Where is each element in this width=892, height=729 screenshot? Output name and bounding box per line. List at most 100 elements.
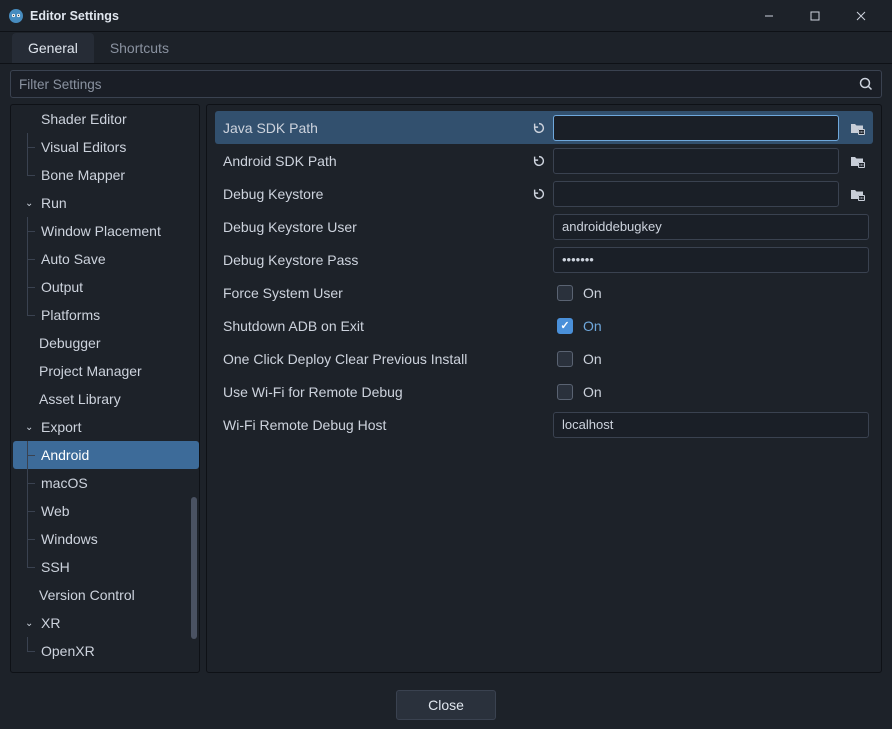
titlebar: Editor Settings bbox=[0, 0, 892, 32]
tree-item-label: Bone Mapper bbox=[41, 167, 125, 183]
checkbox-label: On bbox=[583, 318, 602, 334]
setting-control bbox=[553, 148, 869, 174]
setting-control bbox=[553, 115, 869, 141]
tab-general[interactable]: General bbox=[12, 33, 94, 63]
tree-item-label: Shader Editor bbox=[41, 111, 127, 127]
setting-row: Debug Keystore Pass bbox=[215, 243, 873, 276]
checkbox-label: On bbox=[583, 285, 602, 301]
checkbox[interactable] bbox=[557, 384, 573, 400]
tree-item[interactable]: SSH bbox=[13, 553, 199, 581]
tree-item-label: Windows bbox=[41, 531, 98, 547]
text-input[interactable] bbox=[553, 412, 869, 438]
tree-item[interactable]: Window Placement bbox=[13, 217, 199, 245]
setting-control bbox=[553, 181, 869, 207]
main-area: Shader Editor Visual Editors Bone Mapper ⌄R… bbox=[10, 104, 882, 673]
checkbox-label: On bbox=[583, 384, 602, 400]
tree-item-label: Window Placement bbox=[41, 223, 161, 239]
filter-row bbox=[10, 70, 882, 98]
tree-item-label: SSH bbox=[41, 559, 70, 575]
tree-item[interactable]: Version Control bbox=[13, 581, 199, 609]
tree-item-label: Auto Save bbox=[41, 251, 106, 267]
footer: Close bbox=[0, 681, 892, 729]
tabs: General Shortcuts bbox=[0, 32, 892, 64]
checkbox[interactable] bbox=[557, 318, 573, 334]
setting-control bbox=[553, 412, 869, 438]
checkbox[interactable] bbox=[557, 285, 573, 301]
minimize-button[interactable] bbox=[746, 0, 792, 32]
reset-icon[interactable] bbox=[529, 154, 549, 168]
tree-item[interactable]: Visual Editors bbox=[13, 133, 199, 161]
setting-label: Debug Keystore Pass bbox=[219, 252, 529, 268]
window-title: Editor Settings bbox=[30, 9, 119, 23]
tree-item[interactable]: Metadata bbox=[13, 665, 199, 670]
tree-item[interactable]: ⌄XR bbox=[13, 609, 199, 637]
setting-control bbox=[553, 247, 869, 273]
setting-label: One Click Deploy Clear Previous Install bbox=[219, 351, 529, 367]
setting-control: On bbox=[553, 351, 869, 367]
close-button[interactable]: Close bbox=[396, 690, 496, 720]
tree-item[interactable]: ⌄Run bbox=[13, 189, 199, 217]
setting-control: On bbox=[553, 384, 869, 400]
setting-label: Force System User bbox=[219, 285, 529, 301]
close-window-button[interactable] bbox=[838, 0, 884, 32]
tree-item[interactable]: Bone Mapper bbox=[13, 161, 199, 189]
tree-item[interactable]: ⌄Export bbox=[13, 413, 199, 441]
path-input[interactable] bbox=[553, 181, 839, 207]
sidebar: Shader Editor Visual Editors Bone Mapper ⌄R… bbox=[10, 104, 200, 673]
app-icon bbox=[8, 8, 24, 24]
browse-folder-icon[interactable] bbox=[845, 116, 869, 140]
window-controls bbox=[746, 0, 884, 32]
tree-item[interactable]: Debugger bbox=[13, 329, 199, 357]
setting-row: One Click Deploy Clear Previous Install O… bbox=[215, 342, 873, 375]
setting-label: Use Wi-Fi for Remote Debug bbox=[219, 384, 529, 400]
text-input[interactable] bbox=[553, 247, 869, 273]
maximize-button[interactable] bbox=[792, 0, 838, 32]
tab-shortcuts[interactable]: Shortcuts bbox=[94, 33, 185, 63]
path-input[interactable] bbox=[553, 148, 839, 174]
tree-item[interactable]: Android bbox=[13, 441, 199, 469]
tree-item-label: Android bbox=[41, 447, 89, 463]
setting-label: Debug Keystore User bbox=[219, 219, 529, 235]
tree-item-label: Project Manager bbox=[39, 363, 142, 379]
setting-row: Debug Keystore User bbox=[215, 210, 873, 243]
settings-tree: Shader Editor Visual Editors Bone Mapper ⌄R… bbox=[13, 107, 199, 670]
filter-input[interactable] bbox=[10, 70, 882, 98]
setting-label: Wi-Fi Remote Debug Host bbox=[219, 417, 529, 433]
setting-row: Shutdown ADB on ExitOn bbox=[215, 309, 873, 342]
setting-row: Java SDK Path bbox=[215, 111, 873, 144]
tree-item[interactable]: Auto Save bbox=[13, 245, 199, 273]
tree-item-label: Web bbox=[41, 503, 70, 519]
setting-label: Android SDK Path bbox=[219, 153, 529, 169]
tree-item[interactable]: Output bbox=[13, 273, 199, 301]
reset-icon[interactable] bbox=[529, 121, 549, 135]
setting-row: Force System User On bbox=[215, 276, 873, 309]
tree-item-label: OpenXR bbox=[41, 643, 95, 659]
chevron-down-icon[interactable]: ⌄ bbox=[25, 198, 39, 209]
tree-item[interactable]: macOS bbox=[13, 469, 199, 497]
tree-item-label: XR bbox=[41, 615, 60, 631]
chevron-down-icon[interactable]: ⌄ bbox=[25, 422, 39, 433]
tree-item[interactable]: OpenXR bbox=[13, 637, 199, 665]
checkbox[interactable] bbox=[557, 351, 573, 367]
path-input[interactable] bbox=[553, 115, 839, 141]
sidebar-scrollbar[interactable] bbox=[191, 497, 197, 639]
tree-item-label: Visual Editors bbox=[41, 139, 126, 155]
tree-item-label: Platforms bbox=[41, 307, 100, 323]
checkbox-label: On bbox=[583, 351, 602, 367]
browse-folder-icon[interactable] bbox=[845, 182, 869, 206]
tree-item[interactable]: Web bbox=[13, 497, 199, 525]
text-input[interactable] bbox=[553, 214, 869, 240]
tree-item[interactable]: Asset Library bbox=[13, 385, 199, 413]
tree-item[interactable]: Windows bbox=[13, 525, 199, 553]
chevron-down-icon[interactable]: ⌄ bbox=[25, 618, 39, 629]
settings-panel: Java SDK Path Android SDK Path Debug Keyst… bbox=[206, 104, 882, 673]
tree-item[interactable]: Project Manager bbox=[13, 357, 199, 385]
setting-row: Wi-Fi Remote Debug Host bbox=[215, 408, 873, 441]
tree-item[interactable]: Platforms bbox=[13, 301, 199, 329]
setting-control: On bbox=[553, 318, 869, 334]
reset-icon[interactable] bbox=[529, 187, 549, 201]
setting-control: On bbox=[553, 285, 869, 301]
browse-folder-icon[interactable] bbox=[845, 149, 869, 173]
tree-item[interactable]: Shader Editor bbox=[13, 107, 199, 133]
tree-item-label: Asset Library bbox=[39, 391, 121, 407]
